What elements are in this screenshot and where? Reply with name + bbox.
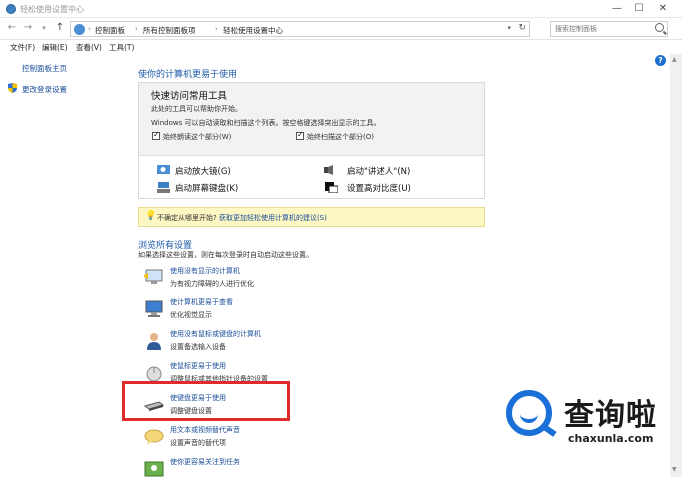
set-high-contrast-link[interactable]: 设置高对比度(U)	[347, 182, 411, 194]
high-contrast-icon	[325, 182, 338, 193]
maximize-button[interactable]: ☐	[628, 2, 650, 16]
hint-prefix: 不确定从哪里开始?	[157, 214, 217, 222]
watermark-url: chaxunla.com	[568, 432, 654, 445]
always-read-label[interactable]: 始终朗读这个部分(W)	[163, 132, 231, 142]
search-icon[interactable]	[655, 23, 664, 32]
start-narrator-link[interactable]: 启动"讲述人"(N)	[347, 165, 410, 177]
highlight-box	[122, 381, 290, 421]
start-on-screen-keyboard-link[interactable]: 启动屏幕键盘(K)	[175, 182, 238, 194]
category-subtitle: 设置声音的替代项	[170, 439, 226, 447]
list-item-text-instead-of-sound[interactable]: 用文本或视频替代声音 设置声音的替代项	[144, 425, 444, 453]
menu-view[interactable]: 查看(V)	[76, 42, 102, 53]
change-login-settings-link[interactable]: 更改登录设置	[22, 84, 67, 95]
quick-access-intro: 此处的工具可以帮助你开始。	[151, 105, 242, 113]
speech-bubble-icon	[144, 429, 164, 445]
page-title: 使你的计算机更易于使用	[138, 70, 238, 80]
search-input[interactable]	[551, 22, 651, 36]
category-title[interactable]: 使用没有鼠标或键盘的计算机	[170, 329, 261, 339]
menu-file[interactable]: 文件(F)	[10, 42, 35, 53]
shield-icon	[8, 83, 17, 93]
breadcrumb-control-panel[interactable]: 控制面板	[95, 25, 125, 36]
breadcrumb-all-items[interactable]: 所有控制面板项	[143, 25, 196, 36]
lightbulb-icon: 💡	[145, 211, 157, 221]
narrator-icon	[324, 165, 333, 175]
watermark-brand: 查询啦	[564, 398, 657, 433]
recent-pages-chevron-icon[interactable]: ▾	[38, 22, 50, 34]
always-scan-checkbox[interactable]	[296, 130, 304, 140]
window-title: 轻松使用设置中心	[20, 5, 84, 14]
magnifier-icon	[157, 165, 170, 174]
scroll-up-arrow-icon[interactable]: ▲	[672, 56, 677, 63]
focus-tasks-icon	[144, 461, 164, 477]
category-subtitle: 为有视力障碍的人进行优化	[170, 280, 254, 288]
mouse-icon	[146, 366, 162, 382]
up-arrow-icon[interactable]: ↑	[54, 22, 66, 34]
scroll-down-arrow-icon[interactable]: ▼	[672, 466, 677, 473]
list-item-focus-on-tasks[interactable]: 使你更容易关注到任务	[144, 457, 444, 477]
title-bar: 轻松使用设置中心 — ☐ ✕	[0, 0, 682, 18]
menu-tools[interactable]: 工具(T)	[109, 42, 134, 53]
list-item-easier-to-see[interactable]: 使计算机更易于查看 优化视觉显示	[144, 297, 444, 325]
back-arrow-icon[interactable]: ←	[6, 22, 18, 34]
watermark-logo-icon	[506, 390, 552, 436]
category-title[interactable]: 使鼠标更易于使用	[170, 361, 226, 371]
category-subtitle: 设置备选输入设备	[170, 343, 226, 351]
always-read-checkbox[interactable]	[152, 130, 160, 140]
list-item-no-mouse-keyboard[interactable]: 使用没有鼠标或键盘的计算机 设置备选输入设备	[144, 329, 444, 357]
watermark: 查询啦 chaxunla.com	[506, 388, 672, 450]
on-screen-keyboard-icon	[157, 182, 170, 193]
category-subtitle: 优化视觉显示	[170, 311, 212, 319]
category-title[interactable]: 使你更容易关注到任务	[170, 457, 240, 467]
breadcrumb-ease-of-access[interactable]: 轻松使用设置中心	[223, 25, 283, 36]
forward-arrow-icon[interactable]: →	[22, 22, 34, 34]
monitor-icon	[145, 300, 163, 317]
hint-bar: 💡 不确定从哪里开始? 获取更加轻松使用计算机的建议(S)	[138, 207, 485, 227]
quick-access-header: 快速访问常用工具 此处的工具可以帮助你开始。 Windows 可以自动读取和扫描…	[139, 83, 484, 156]
category-title[interactable]: 使计算机更易于查看	[170, 297, 233, 307]
address-row: ← → ▾ ↑ › 控制面板 › 所有控制面板项 › 轻松使用设置中心 ▾ ↻	[0, 18, 682, 40]
start-magnifier-link[interactable]: 启动放大镜(G)	[175, 165, 231, 177]
menu-edit[interactable]: 编辑(E)	[42, 42, 68, 53]
menu-bar: 文件(F) 编辑(E) 查看(V) 工具(T)	[0, 40, 682, 54]
monitor-speaker-icon	[144, 269, 163, 284]
close-button[interactable]: ✕	[652, 2, 674, 16]
category-title[interactable]: 使用没有显示的计算机	[170, 266, 240, 276]
left-pane: 控制面板主页 更改登录设置	[0, 54, 128, 477]
address-dropdown-icon[interactable]: ▾	[507, 24, 511, 32]
refresh-icon[interactable]: ↻	[518, 23, 526, 33]
browse-settings-description: 如果选择这些设置，则在每次登录时自动启动这些设置。	[138, 251, 313, 259]
search-box[interactable]	[550, 21, 668, 37]
address-bar[interactable]: › 控制面板 › 所有控制面板项 › 轻松使用设置中心 ▾ ↻	[70, 21, 530, 37]
quick-access-instructions: Windows 可以自动读取和扫描这个列表。按空格键选择突出显示的工具。	[151, 119, 381, 127]
control-panel-home-link[interactable]: 控制面板主页	[22, 63, 67, 74]
quick-access-title: 快速访问常用工具	[151, 91, 228, 102]
get-recommendations-link[interactable]: 获取更加轻松使用计算机的建议(S)	[219, 214, 327, 222]
control-panel-icon	[74, 24, 85, 35]
person-icon	[147, 333, 161, 350]
minimize-button[interactable]: —	[606, 2, 628, 16]
always-scan-label[interactable]: 始终扫描这个部分(O)	[307, 132, 374, 142]
category-title[interactable]: 用文本或视频替代声音	[170, 425, 240, 435]
quick-access-panel: 快速访问常用工具 此处的工具可以帮助你开始。 Windows 可以自动读取和扫描…	[138, 82, 485, 199]
ease-of-access-app-icon	[6, 4, 16, 14]
list-item-no-display[interactable]: 使用没有显示的计算机 为有视力障碍的人进行优化	[144, 266, 444, 294]
